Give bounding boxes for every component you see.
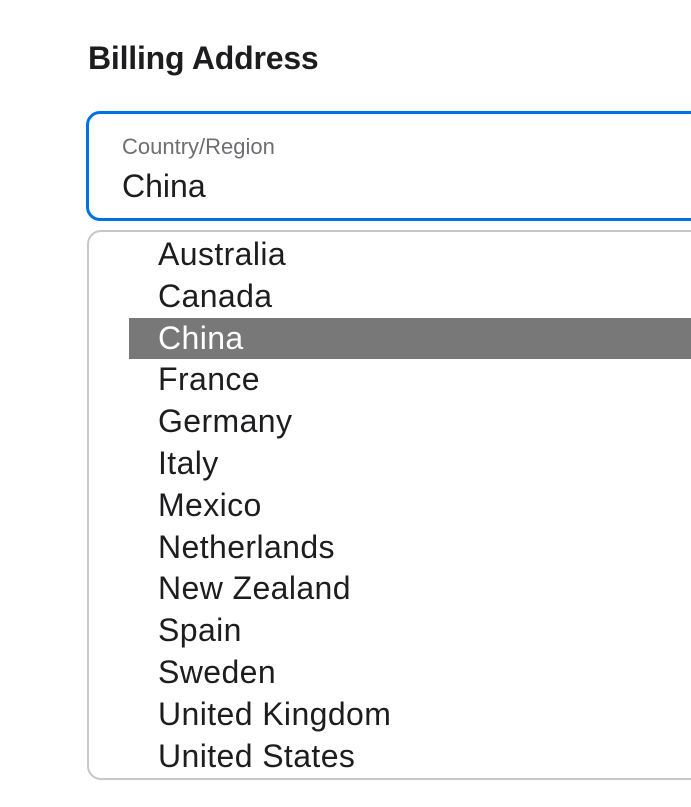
dropdown-option-new-zealand[interactable]: New Zealand <box>129 568 691 610</box>
dropdown-option-united-states[interactable]: United States <box>129 736 691 778</box>
dropdown-option-spain[interactable]: Spain <box>129 610 691 652</box>
billing-address-page: Billing Address Country/Region China Aus… <box>0 0 691 807</box>
country-region-label: Country/Region <box>122 134 275 159</box>
dropdown-option-italy[interactable]: Italy <box>129 443 691 485</box>
dropdown-option-canada[interactable]: Canada <box>129 276 691 318</box>
dropdown-option-australia[interactable]: Australia <box>129 234 691 276</box>
country-region-value: China <box>122 168 206 204</box>
dropdown-option-sweden[interactable]: Sweden <box>129 652 691 694</box>
dropdown-option-netherlands[interactable]: Netherlands <box>129 527 691 569</box>
dropdown-option-france[interactable]: France <box>129 359 691 401</box>
country-dropdown-list[interactable]: Australia Canada China France Germany It… <box>87 230 691 780</box>
country-region-select[interactable]: Country/Region China <box>86 111 691 221</box>
dropdown-option-united-kingdom[interactable]: United Kingdom <box>129 694 691 736</box>
dropdown-option-germany[interactable]: Germany <box>129 401 691 443</box>
dropdown-option-china[interactable]: China <box>129 317 691 360</box>
section-title: Billing Address <box>88 40 319 76</box>
dropdown-option-mexico[interactable]: Mexico <box>129 485 691 527</box>
